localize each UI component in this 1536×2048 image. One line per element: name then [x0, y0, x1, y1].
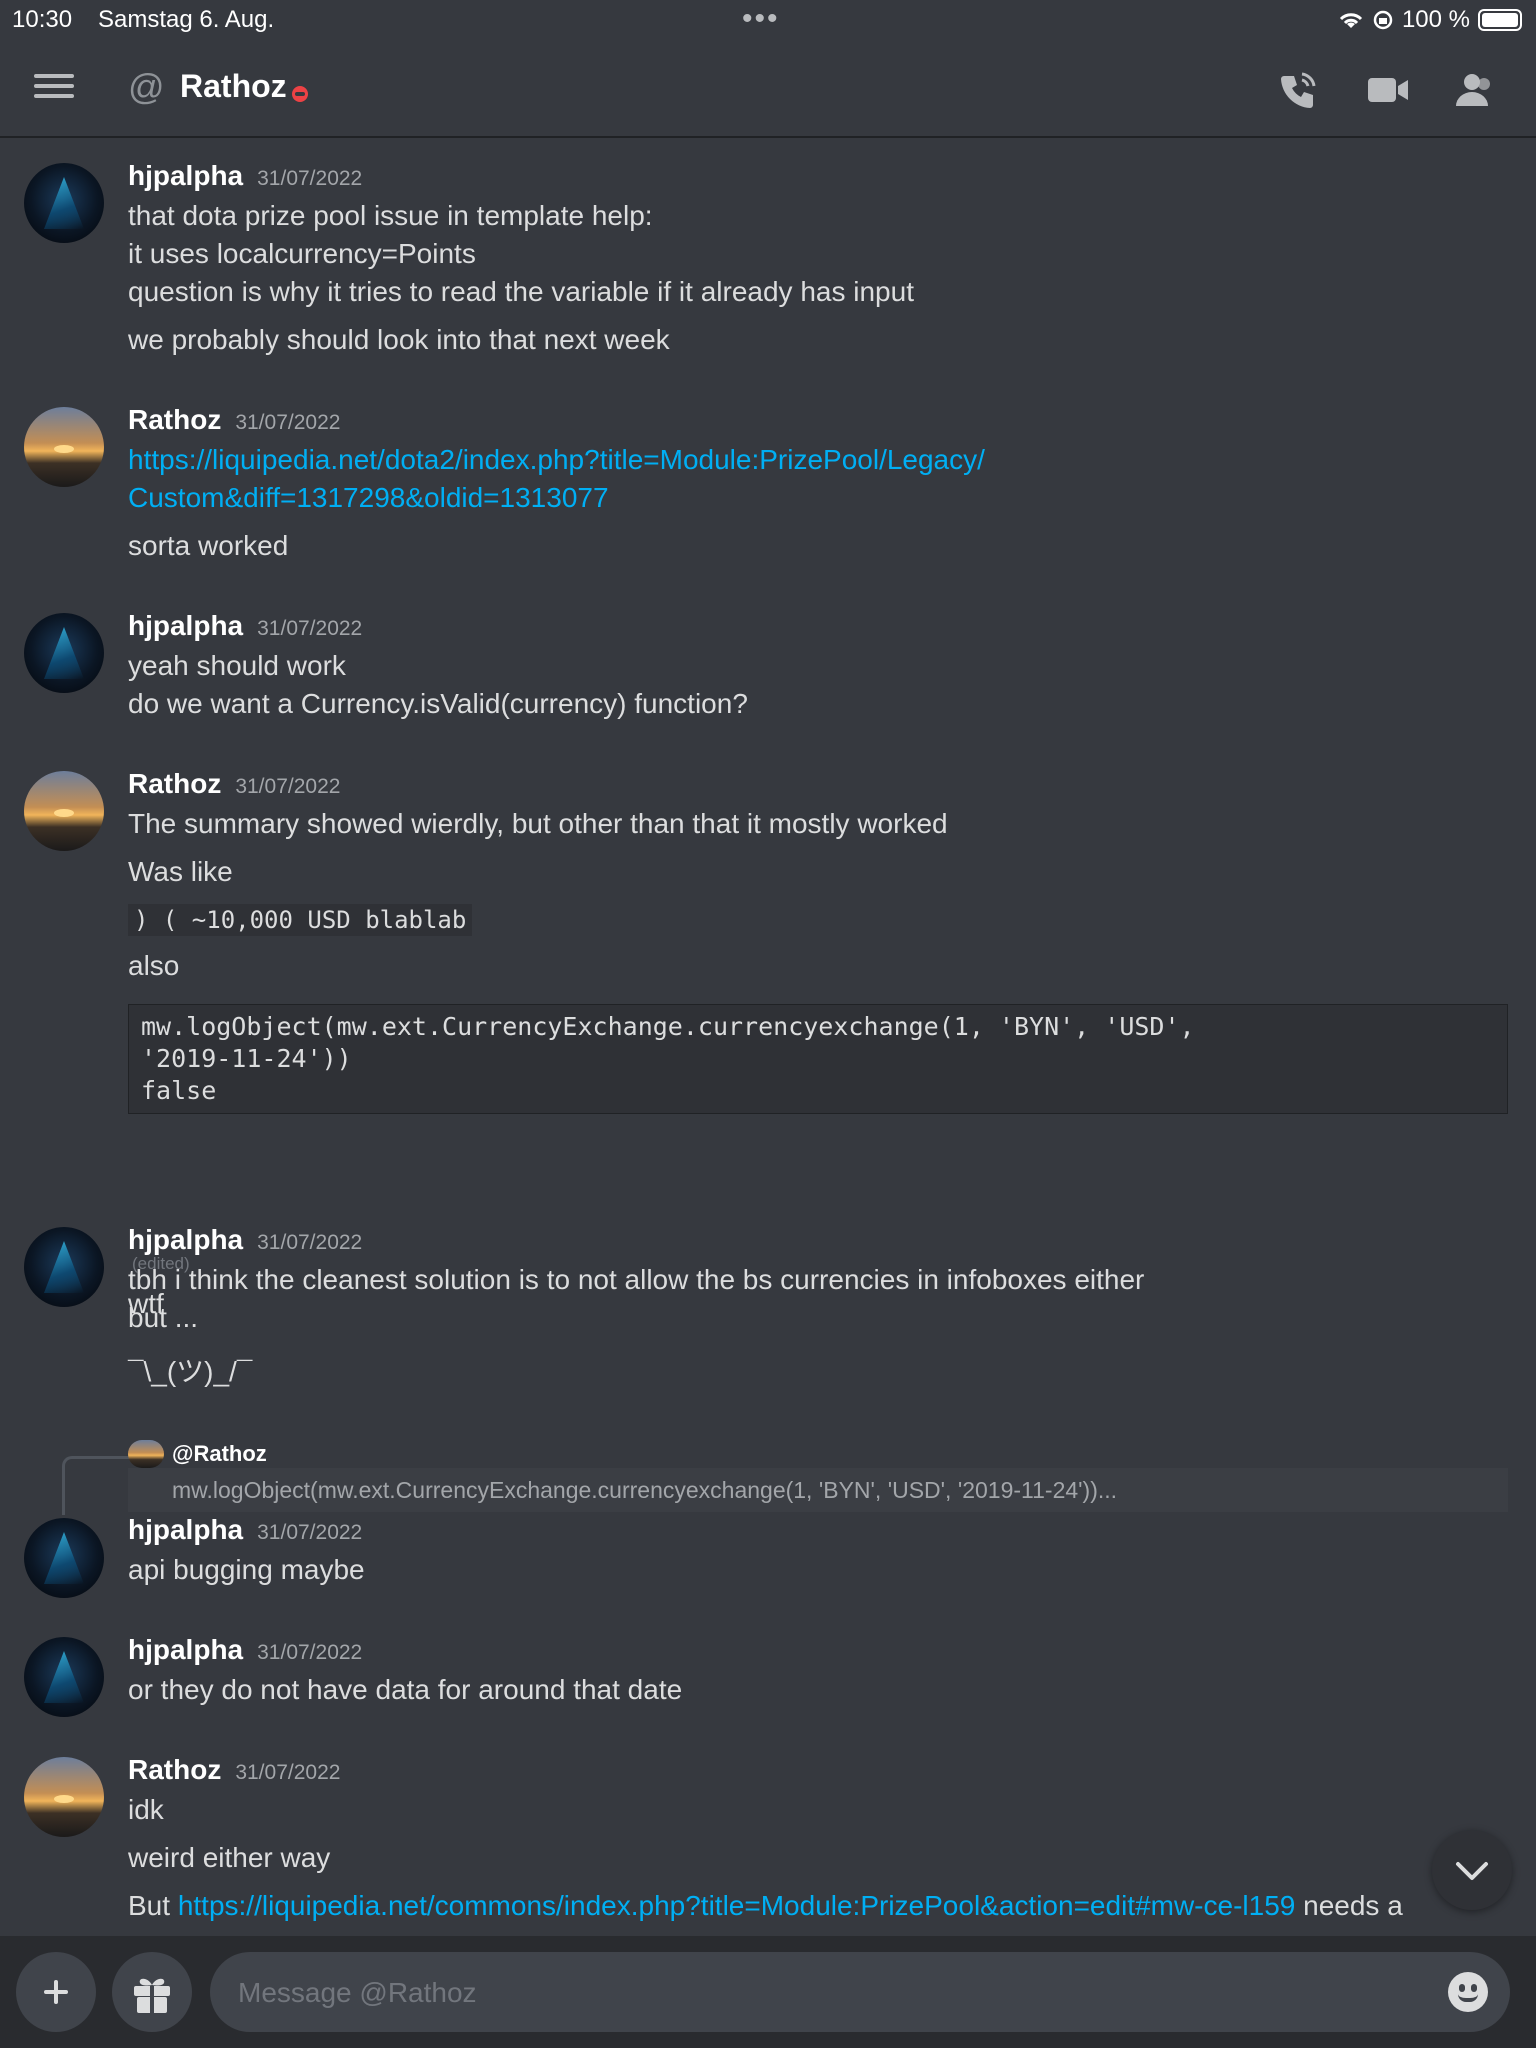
gift-icon — [134, 1978, 170, 2013]
code-line: false — [141, 1076, 217, 1105]
battery-icon — [1478, 9, 1522, 31]
message-line: we probably should look into that next w… — [128, 324, 670, 355]
message-timestamp: 31/07/2022 — [257, 167, 363, 190]
message-line: ¯\_(ツ)_/¯ — [128, 1356, 253, 1387]
message-author[interactable]: hjpalpha 31/07/2022 — [128, 610, 362, 642]
video-call-icon[interactable] — [1366, 68, 1410, 112]
chevron-down-icon — [1456, 1862, 1488, 1880]
gift-button[interactable] — [112, 1952, 192, 2032]
message-author[interactable]: hjpalpha 31/07/2022 — [128, 1514, 362, 1546]
message-line: yeah should work — [128, 650, 346, 681]
member-list-icon[interactable] — [1452, 68, 1496, 112]
message-timestamp: 31/07/2022 — [257, 617, 363, 640]
avatar[interactable] — [24, 163, 104, 243]
reply-preview[interactable]: mw.logObject(mw.ext.CurrencyExchange.cur… — [172, 1477, 1117, 1504]
avatar[interactable] — [24, 1227, 104, 1307]
message-input[interactable] — [236, 1952, 1400, 2034]
message-author[interactable]: Rathoz 31/07/2022 — [128, 768, 340, 800]
message-line: Was like — [128, 856, 233, 887]
message-line: question is why it tries to read the var… — [128, 276, 914, 307]
phone-call-icon[interactable] — [1276, 68, 1320, 112]
message-line: that dota prize pool issue in template h… — [128, 200, 653, 231]
message-timestamp: 31/07/2022 — [257, 1521, 363, 1544]
message-timestamp: 31/07/2022 — [257, 1231, 363, 1254]
message-line: or they do not have data for around that… — [128, 1674, 683, 1705]
at-icon: @ — [128, 66, 165, 107]
dnd-status-icon — [292, 86, 308, 102]
channel-header: @ Rathoz — [0, 40, 1536, 138]
avatar[interactable] — [24, 1637, 104, 1717]
status-right: 100 % — [1338, 6, 1522, 34]
message-line: api bugging maybe — [128, 1554, 365, 1585]
message-line: tbh i think the cleanest solution is to … — [128, 1264, 1145, 1295]
message-author[interactable]: hjpalpha 31/07/2022 — [128, 1224, 362, 1256]
message-line: but ... — [128, 1302, 199, 1333]
page-title[interactable]: Rathoz — [180, 68, 287, 105]
jump-to-present-button[interactable] — [1432, 1830, 1512, 1910]
message-link[interactable]: https://liquipedia.net/commons/index.php… — [178, 1890, 1296, 1921]
add-attachment-button[interactable] — [16, 1952, 96, 2032]
message-line: The summary showed wierdly, but other th… — [128, 808, 948, 839]
avatar[interactable] — [24, 1757, 104, 1837]
orientation-lock-icon — [1373, 10, 1393, 30]
message-timestamp: 31/07/2022 — [235, 411, 341, 434]
message-composer — [0, 1936, 1536, 2048]
message-author[interactable]: hjpalpha 31/07/2022 — [128, 1634, 362, 1666]
emoji-icon[interactable] — [1448, 1972, 1488, 2012]
message-line: But https://liquipedia.net/commons/index… — [128, 1890, 1403, 1921]
menu-icon[interactable] — [34, 68, 74, 108]
status-bar: 10:30 Samstag 6. Aug. ••• 100 % — [0, 0, 1536, 40]
message-link[interactable]: https://liquipedia.net/dota2/index.php?t… — [128, 444, 985, 476]
message-list[interactable]: hjpalpha 31/07/2022 that dota prize pool … — [0, 140, 1536, 1936]
message-timestamp: 31/07/2022 — [257, 1641, 363, 1664]
message-author[interactable]: Rathoz 31/07/2022 — [128, 1754, 340, 1786]
message-input-wrapper — [210, 1952, 1510, 2034]
message-line: it uses localcurrency=Points — [128, 238, 476, 269]
reply-avatar — [128, 1440, 178, 1486]
avatar[interactable] — [24, 407, 104, 487]
reply-connector — [62, 1456, 129, 1515]
inline-code: ) ( ~10,000 USD blablab — [128, 904, 473, 936]
code-line: mw.logObject(mw.ext.CurrencyExchange.cur… — [141, 1012, 1195, 1041]
status-date: Samstag 6. Aug. — [98, 6, 275, 33]
message-timestamp: 31/07/2022 — [235, 775, 341, 798]
reply-author[interactable]: @Rathoz — [172, 1441, 267, 1467]
message-line: sorta worked — [128, 530, 289, 561]
status-time: 10:30 — [12, 6, 73, 33]
battery-percent: 100 % — [1401, 6, 1470, 33]
avatar[interactable] — [24, 771, 104, 851]
message-line: weird either way — [128, 1842, 331, 1873]
message-author[interactable]: Rathoz 31/07/2022 — [128, 404, 340, 436]
multitasking-dots-icon[interactable]: ••• — [742, 2, 780, 36]
message-author[interactable]: hjpalpha 31/07/2022 — [128, 160, 362, 192]
message-timestamp: 31/07/2022 — [235, 1761, 341, 1784]
code-block: mw.logObject(mw.ext.CurrencyExchange.cur… — [128, 1004, 1508, 1114]
message-link[interactable]: Custom&diff=1317298&oldid=1313077 — [128, 482, 609, 514]
code-line: '2019-11-24')) — [141, 1044, 352, 1073]
wifi-icon — [1339, 13, 1363, 28]
avatar[interactable] — [24, 1518, 104, 1598]
message-line: idk — [128, 1794, 164, 1825]
message-line: also — [128, 950, 180, 981]
message-line: do we want a Currency.isValid(currency) … — [128, 688, 748, 719]
avatar[interactable] — [24, 613, 104, 693]
